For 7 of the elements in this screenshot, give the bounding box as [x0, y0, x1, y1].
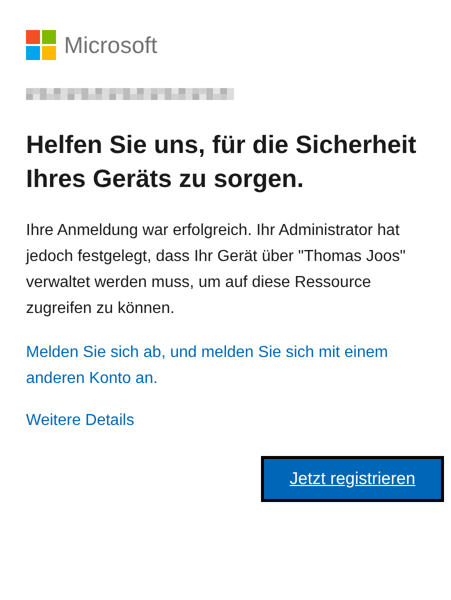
windows-logo-icon: [26, 30, 56, 60]
brand-name: Microsoft: [64, 34, 158, 56]
details-link[interactable]: Weitere Details: [26, 408, 134, 434]
register-button[interactable]: Jetzt registrieren: [261, 456, 444, 502]
sign-out-link[interactable]: Melden Sie sich ab, und melden Sie sich mit einem anderen Konto an.: [26, 340, 425, 392]
page-heading: Helfen Sie uns, für die Sicherheit Ihres Geräts zu sorgen.: [26, 130, 418, 195]
message-text: Ihre Anmeldung war erfolgreich. Ihr Administrator hat jedoch festgelegt, dass Ihr Gerät über "Thomas Joos" verwaltet werden muss, um auf diese Ressource zugreifen zu können.: [26, 221, 407, 319]
